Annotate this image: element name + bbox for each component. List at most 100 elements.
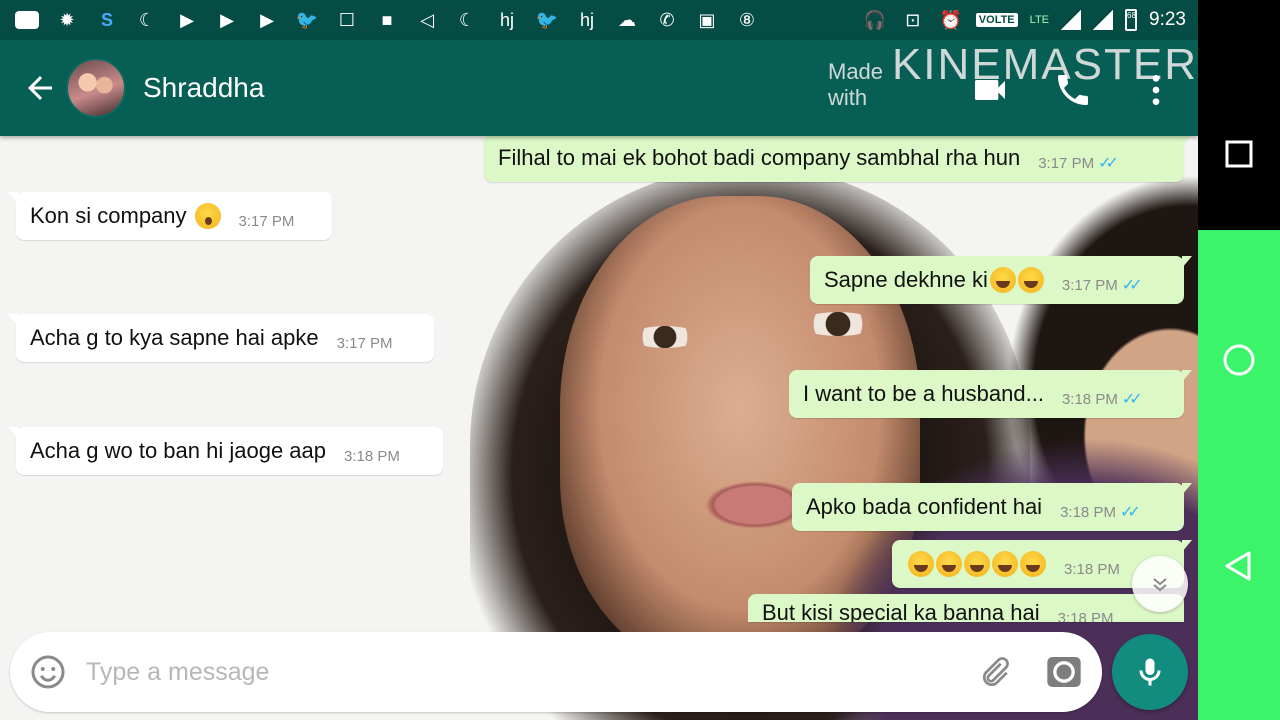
network-type: LTE [1029, 14, 1050, 26]
outlook-icon: ☐ [338, 9, 356, 30]
youtube-icon: ▶ [220, 9, 234, 30]
message-time: 3:17 PM [1061, 276, 1118, 294]
android-nav-bar [1198, 0, 1280, 720]
smiley-icon [31, 655, 65, 689]
surprised-emoji-icon [194, 203, 221, 229]
triangle-back-icon [1225, 551, 1251, 581]
message-text: Kon si company [30, 203, 187, 228]
camera-button[interactable] [1044, 652, 1084, 692]
whatsapp-icon: ✆ [659, 9, 675, 30]
message-time: 3:18 PM [1061, 390, 1118, 408]
message-input[interactable] [86, 650, 946, 694]
wallpaper-eye [800, 312, 876, 336]
laughing-emoji-icon [936, 551, 962, 577]
settings-icon: ✹ [59, 9, 75, 30]
cast-icon: ⊡ [905, 9, 921, 30]
message-time: 3:18 PM [344, 447, 400, 465]
overflow-menu-button[interactable] [1136, 70, 1176, 110]
incoming-message[interactable]: Acha g wo to ban hi jaoge aap 3:18 PM [8, 427, 443, 475]
outgoing-message[interactable]: Filhal to mai ek bohot badi company samb… [484, 136, 1192, 182]
back-arrow-icon [28, 76, 52, 100]
mic-button[interactable] [1112, 634, 1188, 710]
read-ticks-icon: ✓✓ [1098, 155, 1119, 172]
youtube-icon: ▶ [260, 9, 274, 30]
image-icon: ▣ [698, 9, 716, 30]
message-time: 3:18 PM [1064, 560, 1120, 578]
message-text: I want to be a husband... [803, 381, 1044, 406]
battery-icon: 68 [1125, 9, 1138, 31]
headphones-icon: 🎧 [863, 9, 886, 30]
status-bar: ✹ S ☾ ▶ ▶ ▶ 🐦 ☐ ■ ◁ ☾ hj 🐦 hj ☁ ✆ ▣ ⑧ 🎧 … [0, 0, 1198, 40]
signal-icon [1093, 10, 1114, 30]
message-text: Sapne dekhne ki [824, 267, 988, 292]
status-right: 🎧 ⊡ ⏰ VOLTE LTE 68 9:23 [862, 0, 1186, 40]
uc-browser-icon: ☾ [458, 9, 476, 30]
emoji-button[interactable] [30, 654, 66, 690]
recents-button[interactable] [1219, 134, 1259, 174]
home-button[interactable] [1219, 340, 1259, 380]
message-time: 3:18 PM [1057, 610, 1114, 622]
read-ticks-icon: ✓✓ [1119, 504, 1141, 521]
notification-icons: ✹ S ☾ ▶ ▶ ▶ 🐦 ☐ ■ ◁ ☾ hj 🐦 hj ☁ ✆ ▣ ⑧ [14, 9, 760, 31]
message-input-bar [10, 632, 1102, 712]
square-recents-icon [1225, 140, 1253, 168]
outgoing-message[interactable]: Sapne dekhne ki 3:17 PM ✓✓ [810, 256, 1192, 304]
attach-button[interactable] [976, 654, 1012, 690]
nav-bar-overlay [1198, 230, 1280, 720]
hj-icon: hj [499, 9, 514, 30]
phone-icon [1058, 75, 1088, 105]
message-text: Apko bada confident hai [806, 494, 1043, 519]
camera-icon [1047, 657, 1081, 687]
more-vert-icon [1152, 75, 1160, 105]
message-time: 3:17 PM [1038, 154, 1095, 172]
message-time: 3:18 PM [1060, 503, 1116, 521]
message-text: Filhal to mai ek bohot badi company samb… [498, 145, 1021, 170]
circle-home-icon [1223, 344, 1255, 376]
laughing-emoji-icon [1017, 267, 1044, 293]
back-nav-button[interactable] [1219, 546, 1259, 586]
message-text: But kisi special ka banna hai [762, 600, 1040, 622]
uc-browser-icon: ☾ [138, 9, 156, 30]
incoming-message[interactable]: Kon si company 3:17 PM [8, 192, 332, 240]
outgoing-message[interactable]: I want to be a husband... 3:18 PM ✓✓ [789, 370, 1192, 418]
laughing-emoji-icon [908, 551, 934, 577]
paperclip-icon [982, 657, 1009, 687]
send-icon: ◁ [420, 9, 434, 30]
laughing-emoji-icon [992, 551, 1018, 577]
youtube-icon: ▶ [180, 9, 194, 30]
double-chevron-down-icon [1153, 578, 1167, 592]
message-text: Acha g wo to ban hi jaoge aap [30, 438, 327, 463]
outgoing-message[interactable]: Apko bada confident hai 3:18 PM ✓✓ [792, 483, 1192, 531]
outgoing-message[interactable]: But kisi special ka banna hai 3:18 PM [748, 594, 1184, 622]
video-icon: ■ [381, 9, 393, 30]
twitter-icon: 🐦 [535, 9, 559, 30]
signal-icon [1061, 10, 1082, 30]
avatar[interactable] [66, 58, 126, 118]
video-call-button[interactable] [970, 70, 1010, 110]
incoming-message[interactable]: Acha g to kya sapne hai apke 3:17 PM [8, 314, 434, 362]
chat-icon [14, 9, 40, 31]
video-camera-icon [975, 80, 1005, 100]
watermark-made-with: Made with [828, 59, 884, 110]
voice-call-button[interactable] [1053, 70, 1093, 110]
scroll-down-button[interactable] [1132, 556, 1188, 612]
wallpaper-lips [705, 481, 805, 529]
message-time: 3:17 PM [336, 334, 393, 352]
read-ticks-icon: ✓✓ [1121, 277, 1143, 294]
read-ticks-icon: ✓✓ [1121, 391, 1143, 408]
alarm-icon: ⏰ [939, 9, 962, 30]
twitter-icon: 🐦 [295, 9, 319, 30]
laughing-emoji-icon [964, 551, 990, 577]
microphone-icon [1139, 658, 1161, 686]
chat-header: Shraddha Made with KINEMASTER [0, 40, 1198, 136]
message-text: Acha g to kya sapne hai apke [30, 325, 319, 350]
message-time: 3:17 PM [238, 212, 295, 230]
status-time: 9:23 [1149, 9, 1186, 30]
volte-badge: VOLTE [975, 13, 1018, 27]
laughing-emoji-icon [1020, 551, 1046, 577]
s-app-icon: S [100, 9, 113, 30]
laughing-emoji-icon [989, 267, 1016, 293]
contact-name[interactable]: Shraddha [143, 72, 264, 104]
hj-icon: hj [579, 9, 594, 30]
back-button[interactable] [22, 70, 62, 106]
